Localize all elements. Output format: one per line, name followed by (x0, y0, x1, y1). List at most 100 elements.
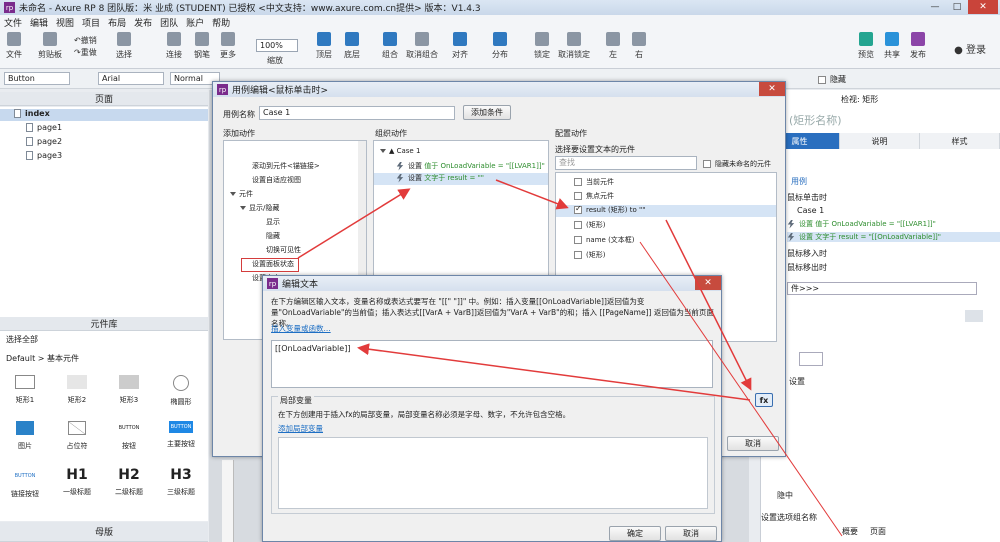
event-action-2[interactable]: 设置 文字于 result = "[[OnLoadVariable]]" (787, 232, 1000, 242)
lib-rect2[interactable]: 矩形2 (52, 375, 102, 405)
close-dialog-button[interactable]: ✕ (759, 82, 785, 96)
target-this-widget[interactable]: 当前元件 (574, 177, 614, 187)
redo-button[interactable]: ↷ 重做 (74, 47, 97, 58)
page-index[interactable]: index (0, 109, 208, 121)
lib-button[interactable]: BUTTON 按钮 (104, 421, 154, 451)
target-focused-widget[interactable]: 焦点元件 (574, 191, 614, 201)
target-name-textbox[interactable]: name (文本框) (574, 235, 635, 245)
target-rect-2[interactable]: (矩形) (574, 250, 605, 260)
right-button[interactable]: 右 (632, 32, 646, 60)
more-tool[interactable]: 更多 (220, 32, 236, 60)
insert-variable-link[interactable]: 插入变量或函数... (271, 323, 331, 334)
add-local-variable-link[interactable]: 添加局部变量 (278, 423, 323, 434)
hide-unnamed-checkbox[interactable] (703, 160, 711, 168)
tab-notes[interactable]: 说明 (840, 133, 920, 149)
menu-publish[interactable]: 发布 (134, 16, 152, 29)
group-button[interactable]: 组合 (382, 32, 398, 60)
action-toggle[interactable]: 切换可见性 (266, 245, 301, 255)
clipboard-tool[interactable]: 剪贴板 (38, 32, 62, 60)
lib-link-button[interactable]: BUTTON 链接按钮 (0, 469, 50, 499)
action-adaptive-view[interactable]: 设置自适应视图 (252, 175, 301, 185)
lib-rect1[interactable]: 矩形1 (0, 375, 50, 405)
event-case-1[interactable]: Case 1 (797, 206, 824, 215)
text-editor-area[interactable]: [[OnLoadVariable]] (271, 340, 713, 388)
menu-file[interactable]: 文件 (4, 16, 22, 29)
zoom-select[interactable]: 100% (256, 39, 298, 52)
minimize-button[interactable]: — (924, 0, 946, 14)
action-group-widget[interactable]: 元件 (230, 189, 253, 199)
target-rect-1[interactable]: (矩形) (574, 220, 605, 230)
share-button[interactable]: 共享 (884, 32, 900, 60)
lock-button[interactable]: 锁定 (534, 32, 550, 60)
target-checkbox[interactable] (574, 192, 582, 200)
file-tool[interactable]: 文件 (6, 32, 22, 60)
target-checkbox[interactable] (574, 251, 582, 259)
org-action-2[interactable]: 设置 文字于 result = "" (374, 173, 548, 185)
menu-account[interactable]: 账户 (186, 16, 204, 29)
event-mouse-enter[interactable]: 鼠标移入时 (787, 248, 827, 259)
preview-button[interactable]: 预览 (858, 32, 874, 60)
connect-tool[interactable]: 连接 (166, 32, 182, 60)
unlock-button[interactable]: 取消锁定 (558, 32, 590, 60)
local-variables-list[interactable] (278, 437, 708, 509)
case-link[interactable]: 用例 (791, 176, 807, 187)
action-scroll-to[interactable]: 滚动到元件<锚链接> (252, 161, 320, 171)
shape-name-field[interactable]: (矩形名称) (789, 112, 842, 128)
edit-text-ok-button[interactable]: 确定 (609, 526, 661, 541)
widget-style-select[interactable]: Button (4, 72, 70, 85)
lib-h3[interactable]: H3 三级标题 (156, 467, 206, 497)
event-action-1[interactable]: 设置 值于 OnLoadVariable = "[[LVAR1]]" (787, 219, 936, 229)
undo-button[interactable]: ↶ 撤销 (74, 35, 97, 46)
edit-text-cancel-button[interactable]: 取消 (665, 526, 717, 541)
lib-image[interactable]: 图片 (0, 421, 50, 451)
style-options-button[interactable] (965, 310, 983, 322)
add-condition-button[interactable]: 添加条件 (463, 105, 511, 120)
page-page2[interactable]: page2 (26, 137, 62, 146)
org-action-1[interactable]: 设置 值于 OnLoadVariable = "[[LVAR1]]" (396, 161, 545, 171)
library-select[interactable]: 选择全部 (6, 334, 38, 345)
tab-outline[interactable]: 概要 (842, 526, 858, 537)
case-editor-cancel-button[interactable]: 取消 (727, 436, 779, 451)
tab-page[interactable]: 页面 (870, 526, 886, 537)
org-case[interactable]: ▲ Case 1 (380, 147, 420, 155)
menu-project[interactable]: 项目 (82, 16, 100, 29)
menu-edit[interactable]: 编辑 (30, 16, 48, 29)
action-group-showhide[interactable]: 显示/隐藏 (240, 203, 279, 213)
lib-placeholder[interactable]: 占位符 (52, 421, 102, 451)
target-checkbox-checked[interactable] (574, 204, 582, 214)
lib-primary-button[interactable]: BUTTON 主要按钮 (156, 421, 206, 449)
publish-button[interactable]: 发布 (910, 32, 926, 60)
close-edit-text-button[interactable]: ✕ (695, 276, 721, 290)
menu-team[interactable]: 团队 (160, 16, 178, 29)
event-onclick[interactable]: 鼠标单击时 (787, 192, 827, 203)
widget-search-input[interactable]: 查找 (555, 156, 697, 170)
lib-h2[interactable]: H2 二级标题 (104, 467, 154, 497)
target-checkbox[interactable] (574, 178, 582, 186)
menu-layout[interactable]: 布局 (108, 16, 126, 29)
maximize-button[interactable]: □ (946, 0, 968, 14)
hide-checkbox[interactable] (818, 75, 826, 84)
align-button[interactable]: 对齐 (452, 32, 468, 60)
close-window-button[interactable]: ✕ (968, 0, 998, 14)
lib-h1[interactable]: H1 一级标题 (52, 467, 102, 497)
menu-view[interactable]: 视图 (56, 16, 74, 29)
case-name-input[interactable]: Case 1 (259, 106, 455, 120)
menu-help[interactable]: 帮助 (212, 16, 230, 29)
hide-checkbox-label[interactable]: 隐藏 (818, 74, 846, 85)
send-bottom-button[interactable]: 底层 (344, 32, 360, 60)
target-checkbox[interactable] (574, 221, 582, 229)
page-page1[interactable]: page1 (26, 123, 62, 132)
option-group-name[interactable]: 设置选项组名称 (761, 512, 817, 523)
lib-ellipse[interactable]: 椭圆形 (156, 375, 206, 407)
font-family-select[interactable]: Arial (98, 72, 164, 85)
page-page3[interactable]: page3 (26, 151, 62, 160)
library-default-group[interactable]: Default > 基本元件 (6, 353, 79, 364)
target-checkbox[interactable] (574, 236, 582, 244)
left-button[interactable]: 左 (606, 32, 620, 60)
action-hide[interactable]: 隐藏 (266, 231, 280, 241)
tab-style[interactable]: 样式 (920, 133, 1000, 149)
lib-rect3[interactable]: 矩形3 (104, 375, 154, 405)
pen-tool[interactable]: 钢笔 (194, 32, 210, 60)
option-checkbox[interactable]: 隐中 (777, 490, 793, 501)
distribute-button[interactable]: 分布 (492, 32, 508, 60)
